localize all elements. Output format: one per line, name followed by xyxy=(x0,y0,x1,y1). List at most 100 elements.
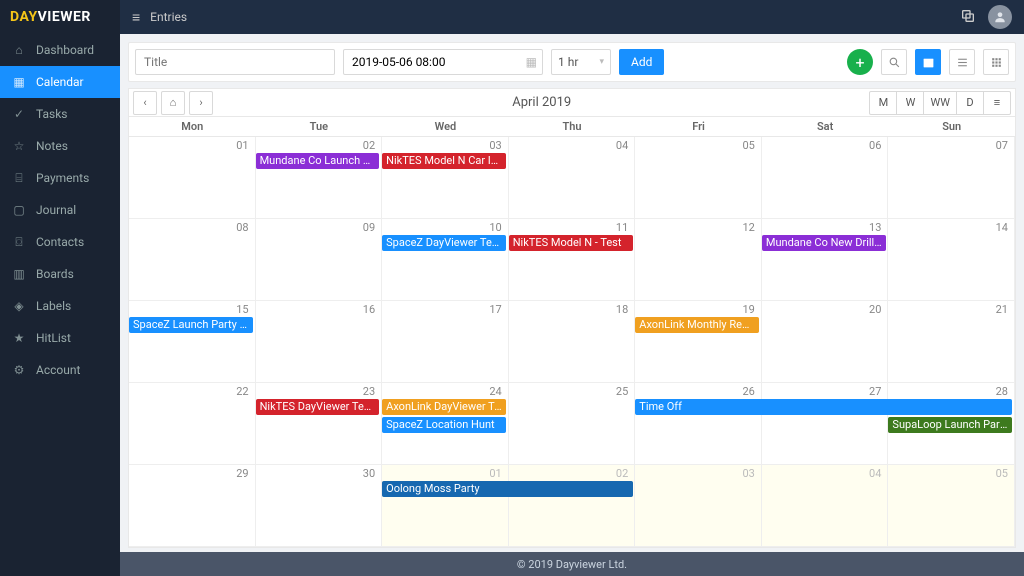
day-header-row: MonTueWedThuFriSatSun xyxy=(129,117,1015,137)
avatar[interactable] xyxy=(988,5,1012,29)
day-cell[interactable]: 03 xyxy=(382,137,509,219)
day-cell[interactable]: 05 xyxy=(888,465,1015,547)
day-cell[interactable]: 02 xyxy=(509,465,636,547)
day-cell[interactable]: 30 xyxy=(256,465,383,547)
nav-notes[interactable]: ☆Notes xyxy=(0,130,120,162)
duration-select[interactable]: 1 hr ▾ xyxy=(551,49,611,75)
day-cell[interactable]: 17 xyxy=(382,301,509,383)
day-number: 04 xyxy=(869,467,881,480)
day-cell[interactable]: 09 xyxy=(256,219,383,301)
dayhdr-fri: Fri xyxy=(635,117,762,136)
nav-payments[interactable]: ⌸Payments xyxy=(0,162,120,194)
view-grid-button[interactable] xyxy=(983,49,1009,75)
nav-contacts[interactable]: ⌼Contacts xyxy=(0,226,120,258)
event[interactable]: NikTES DayViewer Team Room xyxy=(256,399,380,415)
event[interactable]: Mundane Co New Drill Bit xyxy=(762,235,886,251)
add-button[interactable]: Add xyxy=(619,49,664,75)
day-cell[interactable]: 16 xyxy=(256,301,383,383)
nav-journal[interactable]: ▢Journal xyxy=(0,194,120,226)
view-W[interactable]: W xyxy=(896,91,924,115)
day-cell[interactable]: 25 xyxy=(509,383,636,465)
day-number: 21 xyxy=(996,303,1008,316)
day-cell[interactable]: 04 xyxy=(762,465,889,547)
day-cell[interactable]: 01 xyxy=(382,465,509,547)
day-number: 09 xyxy=(363,221,375,234)
prev-button[interactable]: ‹ xyxy=(133,91,157,115)
day-cell[interactable]: 10 xyxy=(382,219,509,301)
boards-icon: ▥ xyxy=(12,267,26,281)
day-cell[interactable]: 07 xyxy=(888,137,1015,219)
day-cell[interactable]: 11 xyxy=(509,219,636,301)
search-button[interactable] xyxy=(881,49,907,75)
menu-icon[interactable]: ≡ xyxy=(132,9,140,26)
day-number: 02 xyxy=(616,467,628,480)
copy-icon[interactable] xyxy=(960,8,978,26)
next-button[interactable]: › xyxy=(189,91,213,115)
event[interactable]: SpaceZ Launch Party Paym... xyxy=(129,317,253,333)
nav-dashboard[interactable]: ⌂Dashboard xyxy=(0,34,120,66)
view-list-button[interactable] xyxy=(949,49,975,75)
nav-calendar[interactable]: ▦Calendar xyxy=(0,66,120,98)
day-cell[interactable]: 12 xyxy=(635,219,762,301)
event[interactable]: NikTES Model N Car Ideas xyxy=(382,153,506,169)
day-cell[interactable]: 15 xyxy=(129,301,256,383)
datetime-input[interactable] xyxy=(343,49,543,75)
day-cell[interactable]: 22 xyxy=(129,383,256,465)
day-number: 30 xyxy=(363,467,375,480)
nav-account[interactable]: ⚙ Account xyxy=(0,354,120,386)
event[interactable]: Oolong Moss Party xyxy=(382,481,632,497)
day-cell[interactable]: 03 xyxy=(635,465,762,547)
day-number: 12 xyxy=(742,221,754,234)
account-icon: ⚙ xyxy=(12,363,26,377)
day-number: 06 xyxy=(869,139,881,152)
day-cell[interactable]: 02 xyxy=(256,137,383,219)
day-number: 13 xyxy=(869,221,881,234)
day-number: 07 xyxy=(996,139,1008,152)
day-cell[interactable]: 13 xyxy=(762,219,889,301)
event[interactable]: SpaceZ Location Hunt xyxy=(382,417,506,433)
day-number: 26 xyxy=(742,385,754,398)
day-number: 01 xyxy=(236,139,248,152)
day-cell[interactable]: 08 xyxy=(129,219,256,301)
day-cell[interactable]: 21 xyxy=(888,301,1015,383)
day-cell[interactable]: 05 xyxy=(635,137,762,219)
day-cell[interactable]: 20 xyxy=(762,301,889,383)
event[interactable]: NikTES Model N - Test xyxy=(509,235,633,251)
day-cell[interactable]: 14 xyxy=(888,219,1015,301)
day-cell[interactable]: 26 xyxy=(635,383,762,465)
event[interactable]: Mundane Co Launch Party ... xyxy=(256,153,380,169)
view-D[interactable]: D xyxy=(956,91,984,115)
nav-boards[interactable]: ▥Boards xyxy=(0,258,120,290)
view-≡[interactable]: ≡ xyxy=(983,91,1011,115)
view-switch: MWWWD≡ xyxy=(870,91,1011,115)
nav-tasks[interactable]: ✓Tasks xyxy=(0,98,120,130)
day-cell[interactable]: 06 xyxy=(762,137,889,219)
day-number: 10 xyxy=(489,221,501,234)
event[interactable]: Time Off xyxy=(635,399,1012,415)
day-cell[interactable]: 27 xyxy=(762,383,889,465)
day-cell[interactable]: 18 xyxy=(509,301,636,383)
title-input[interactable] xyxy=(135,49,335,75)
logo: DAYVIEWER xyxy=(0,0,120,34)
topbar: ≡ Entries xyxy=(120,0,1024,34)
day-cell[interactable]: 04 xyxy=(509,137,636,219)
day-number: 19 xyxy=(742,303,754,316)
event[interactable]: SupaLoop Launch Party Pa... xyxy=(888,417,1012,433)
day-cell[interactable]: 23 xyxy=(256,383,383,465)
day-cell[interactable]: 29 xyxy=(129,465,256,547)
nav-hitlist[interactable]: ★HitList xyxy=(0,322,120,354)
day-cell[interactable]: 01 xyxy=(129,137,256,219)
today-button[interactable]: ⌂ xyxy=(161,91,185,115)
nav-label: Account xyxy=(36,363,80,377)
event[interactable]: AxonLink DayViewer Team ... xyxy=(382,399,506,415)
calendar-title: April 2019 xyxy=(213,95,870,110)
nav-labels[interactable]: ◈Labels xyxy=(0,290,120,322)
view-calendar-button[interactable] xyxy=(915,49,941,75)
create-button[interactable]: + xyxy=(847,49,873,75)
event[interactable]: AxonLink Monthly Report xyxy=(635,317,759,333)
view-M[interactable]: M xyxy=(869,91,897,115)
event[interactable]: SpaceZ DayViewer Team Ro... xyxy=(382,235,506,251)
nav-label: Notes xyxy=(36,139,68,153)
day-cell[interactable]: 19 xyxy=(635,301,762,383)
view-WW[interactable]: WW xyxy=(923,91,957,115)
